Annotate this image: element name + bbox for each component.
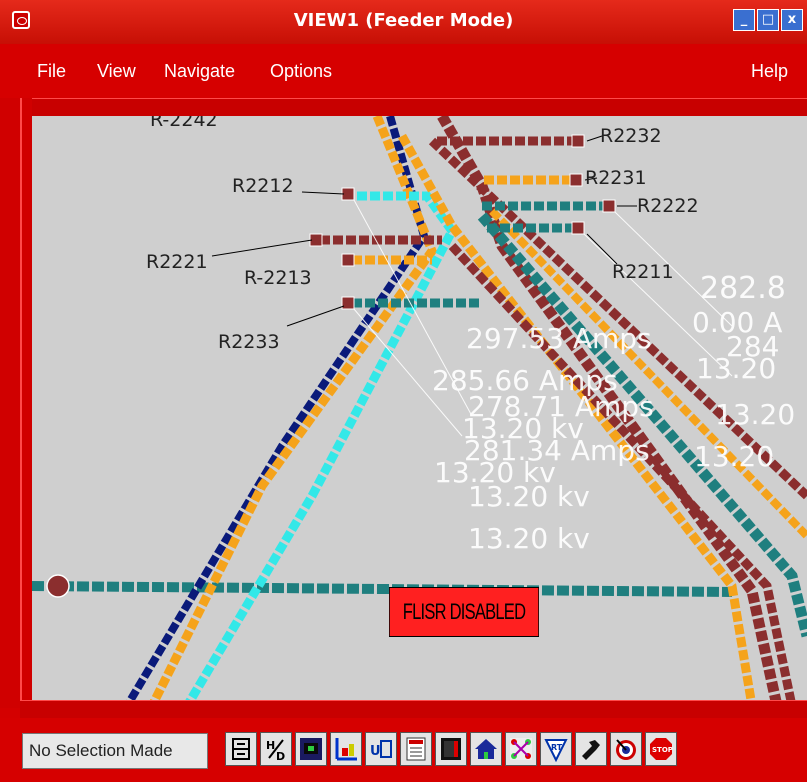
svg-text:U: U	[370, 744, 381, 759]
label-r2222: R2222	[637, 195, 699, 217]
menu-view[interactable]: View	[97, 61, 136, 82]
ub-icon: U	[370, 740, 392, 759]
label-r2233: R2233	[218, 331, 280, 353]
menu-options[interactable]: Options	[270, 61, 332, 82]
readout-13-20-c: 13.20	[694, 440, 774, 473]
window-title: VIEW1 (Feeder Mode)	[293, 10, 514, 31]
tool-chart[interactable]	[330, 732, 362, 766]
status-bar: No Selection Made HD U RT STOP	[0, 718, 807, 782]
readout-13-20-kv-d: 13.20 kv	[468, 522, 590, 555]
breaker-r2233[interactable]	[341, 296, 355, 310]
feeder-map-canvas[interactable]: R-2242 R2232 R2231 R2222 R2212 R2221 R-2…	[32, 116, 807, 706]
tool-network[interactable]	[505, 732, 537, 766]
tool-house[interactable]	[470, 732, 502, 766]
bottom-scroll-strip[interactable]	[20, 700, 807, 720]
svg-text:RT: RT	[551, 743, 563, 752]
label-r-2213: R-2213	[244, 267, 312, 289]
breaker-r2222[interactable]	[602, 199, 616, 213]
left-frame	[0, 98, 32, 708]
tool-rt[interactable]: RT	[540, 732, 572, 766]
svg-text:STOP: STOP	[652, 746, 673, 754]
menu-navigate[interactable]: Navigate	[164, 61, 235, 82]
network-icon	[510, 738, 532, 760]
breaker-r2211[interactable]	[571, 221, 585, 235]
label-r2211: R2211	[612, 261, 674, 283]
tool-h-over-d[interactable]: HD	[260, 732, 292, 766]
tool-target[interactable]	[610, 732, 642, 766]
menu-file[interactable]: File	[37, 61, 66, 82]
chart-icon	[335, 738, 357, 761]
maximize-button[interactable]: □	[757, 9, 779, 31]
breaker-r2232[interactable]	[571, 134, 585, 148]
selection-status: No Selection Made	[22, 733, 208, 769]
tool-panel[interactable]	[435, 732, 467, 766]
tool-display[interactable]	[295, 732, 327, 766]
teal-horizontal-feeder[interactable]	[32, 581, 733, 597]
label-r-2242: R-2242	[150, 116, 218, 131]
label-r2212: R2212	[232, 175, 294, 197]
top-scroll-strip[interactable]	[20, 98, 807, 118]
label-r2231: R2231	[585, 167, 647, 189]
readout-282-8: 282.8	[700, 271, 786, 306]
navy-feeder[interactable]	[123, 116, 429, 706]
svg-text:H: H	[266, 739, 275, 752]
rt-badge-icon: RT	[544, 739, 568, 762]
wrench-icon	[582, 740, 600, 760]
flisr-disabled-alarm[interactable]: FLISR DISABLED	[389, 587, 539, 637]
readout-13-20-a: 13.20	[696, 352, 776, 385]
breaker-r2213[interactable]	[341, 253, 355, 267]
report-icon	[406, 737, 426, 761]
title-bar: VIEW1 (Feeder Mode) _ □ x	[0, 0, 807, 45]
menu-bar: File View Navigate Options Help	[0, 44, 807, 98]
minimize-button[interactable]: _	[733, 9, 755, 31]
svg-text:D: D	[276, 750, 285, 762]
readout-13-20-kv-c: 13.20 kv	[468, 480, 590, 513]
panel-icon	[441, 738, 461, 760]
tool-report[interactable]	[400, 732, 432, 766]
source-node-icon[interactable]	[46, 574, 70, 598]
h-over-d-icon: HD	[266, 739, 285, 762]
label-r2232: R2232	[600, 125, 662, 147]
close-button[interactable]: x	[781, 9, 803, 31]
tool-wrench[interactable]	[575, 732, 607, 766]
readout-13-20-b: 13.20	[715, 398, 795, 431]
label-r2221: R2221	[146, 251, 208, 273]
house-icon	[475, 739, 497, 759]
menu-help[interactable]: Help	[751, 61, 788, 82]
layers-icon	[232, 738, 250, 760]
tool-ub[interactable]: U	[365, 732, 397, 766]
display-icon	[300, 738, 322, 760]
tool-stop[interactable]: STOP	[645, 732, 677, 766]
tool-layers[interactable]	[225, 732, 257, 766]
stop-icon: STOP	[650, 738, 673, 760]
readout-297-53: 297.53 Amps	[466, 322, 652, 355]
breaker-r2231[interactable]	[569, 173, 583, 187]
target-icon	[616, 739, 636, 760]
